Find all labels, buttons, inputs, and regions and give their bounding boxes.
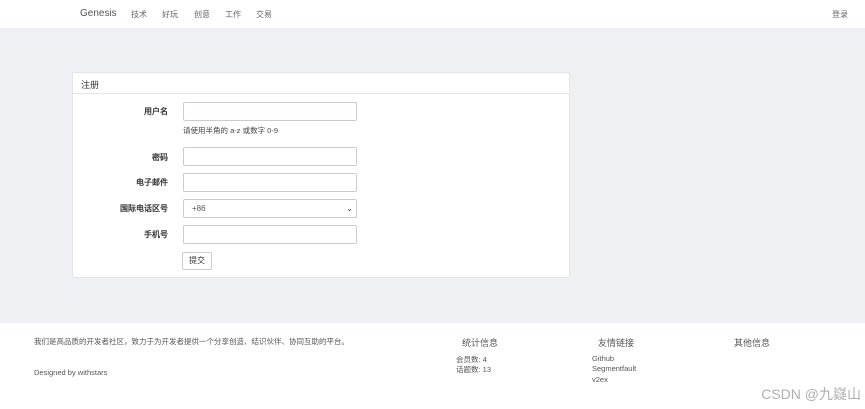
username-label: 用户名	[144, 107, 168, 116]
footer-description: 我们是高品质的开发者社区，致力于为开发者提供一个分享创造、结识伙伴、协同互助的平…	[34, 337, 349, 346]
stats-topics: 话题数: 13	[456, 365, 492, 374]
country-code-label: 国际电话区号	[120, 204, 168, 213]
links-heading: 友情链接	[598, 338, 635, 348]
username-input[interactable]	[183, 102, 357, 121]
username-help-text: 请使用半角的 a-z 或数字 0-9	[183, 126, 279, 135]
chevron-down-icon: ⌄	[346, 204, 353, 213]
link-v2ex[interactable]: v2ex	[592, 375, 608, 384]
login-link[interactable]: 登录	[832, 9, 848, 20]
other-info-heading: 其他信息	[734, 338, 771, 348]
phone-input[interactable]	[183, 225, 357, 244]
csdn-watermark: CSDN @九嶷山	[761, 386, 861, 402]
password-input[interactable]	[183, 147, 357, 166]
link-github[interactable]: Github	[592, 354, 614, 363]
country-code-select[interactable]: +86 ⌄	[183, 199, 357, 218]
submit-button[interactable]: 提交	[182, 252, 212, 270]
stats-heading: 统计信息	[462, 338, 499, 348]
nav-item-work[interactable]: 工作	[225, 9, 241, 20]
footer-designed-by: Designed by withstars	[34, 368, 108, 377]
password-label: 密码	[152, 153, 168, 162]
link-segmentfault[interactable]: Segmentfault	[592, 364, 636, 373]
nav-item-trade[interactable]: 交易	[256, 9, 272, 20]
country-code-value: +86	[192, 204, 206, 213]
brand-logo[interactable]: Genesis	[80, 8, 117, 19]
top-navbar: Genesis 技术 好玩 创意 工作 交易 登录	[0, 0, 865, 28]
email-input[interactable]	[183, 173, 357, 192]
panel-divider	[73, 93, 569, 94]
nav-item-fun[interactable]: 好玩	[162, 9, 178, 20]
footer: 我们是高品质的开发者社区，致力于为开发者提供一个分享创造、结识伙伴、协同互助的平…	[0, 323, 865, 409]
nav-item-creative[interactable]: 创意	[194, 9, 210, 20]
nav-item-tech[interactable]: 技术	[131, 9, 147, 20]
phone-label: 手机号	[144, 230, 168, 239]
email-label: 电子邮件	[136, 178, 168, 187]
panel-title: 注册	[81, 80, 100, 90]
register-panel: 注册 用户名 请使用半角的 a-z 或数字 0-9 密码 电子邮件 国际电话区号…	[72, 72, 570, 278]
